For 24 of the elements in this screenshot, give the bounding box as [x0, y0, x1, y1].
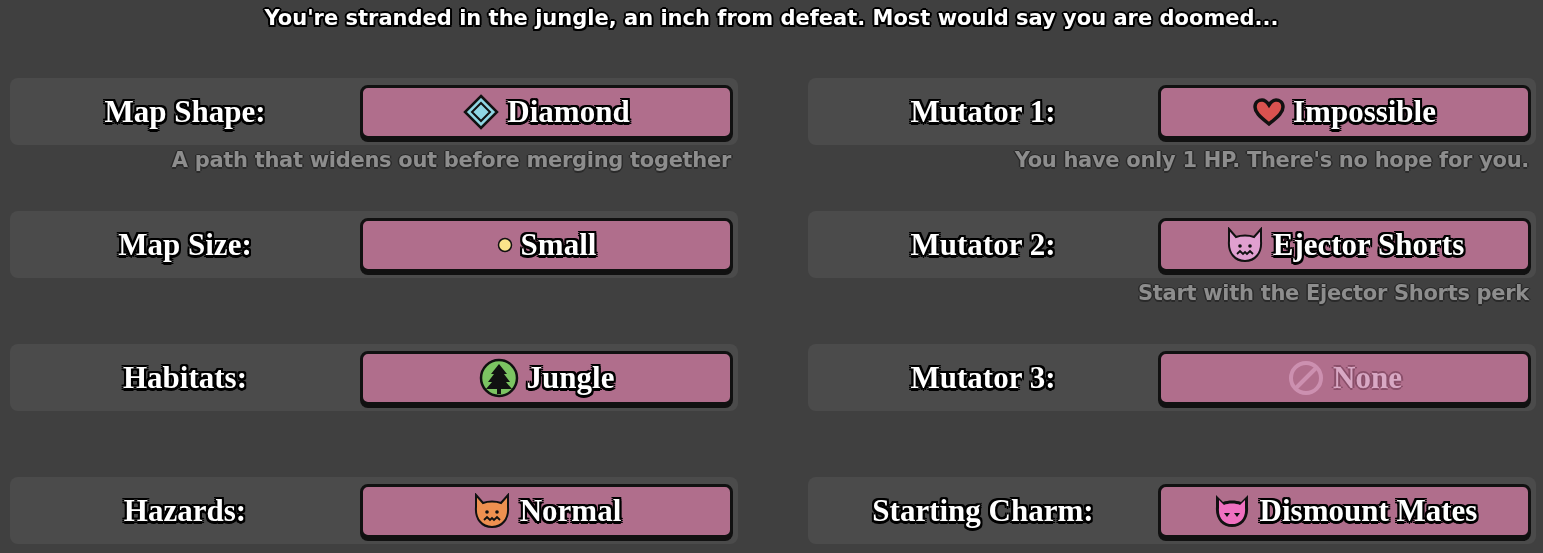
dot-icon [496, 236, 513, 253]
option-button[interactable]: Dismount Mates [1158, 483, 1531, 538]
setting-label: Habitats: [122, 359, 248, 396]
option-button[interactable]: Ejector Shorts [1158, 217, 1531, 272]
option-button[interactable]: Jungle [360, 350, 733, 405]
option-button[interactable]: Diamond [360, 84, 733, 139]
heart-icon [1253, 97, 1285, 126]
setting-description: You have only 1 HP. There's no hope for you. [1013, 148, 1530, 172]
setting-label: Map Shape: [103, 93, 267, 130]
header-text: You're stranded in the jungle, an inch from defeat. Most would say you are doomed... [263, 5, 1280, 32]
option-button[interactable]: Impossible [1158, 84, 1531, 139]
option-button[interactable]: Small [360, 217, 733, 272]
setting-label: Mutator 2: [909, 226, 1057, 263]
diamond-icon [463, 93, 500, 130]
setting-label: Hazards: [122, 492, 248, 529]
option-button[interactable]: Normal [360, 483, 733, 538]
setting-label: Starting Charm: [871, 492, 1095, 529]
setting-description: Start with the Ejector Shorts perk [1137, 281, 1531, 305]
setting-label: Mutator 3: [909, 359, 1057, 396]
setting-label: Map Size: [117, 226, 253, 263]
setting-label: Mutator 1: [909, 93, 1057, 130]
setting-description: A path that widens out before merging together [170, 148, 733, 172]
prohibited-icon [1287, 358, 1326, 397]
tree-icon [478, 357, 519, 398]
